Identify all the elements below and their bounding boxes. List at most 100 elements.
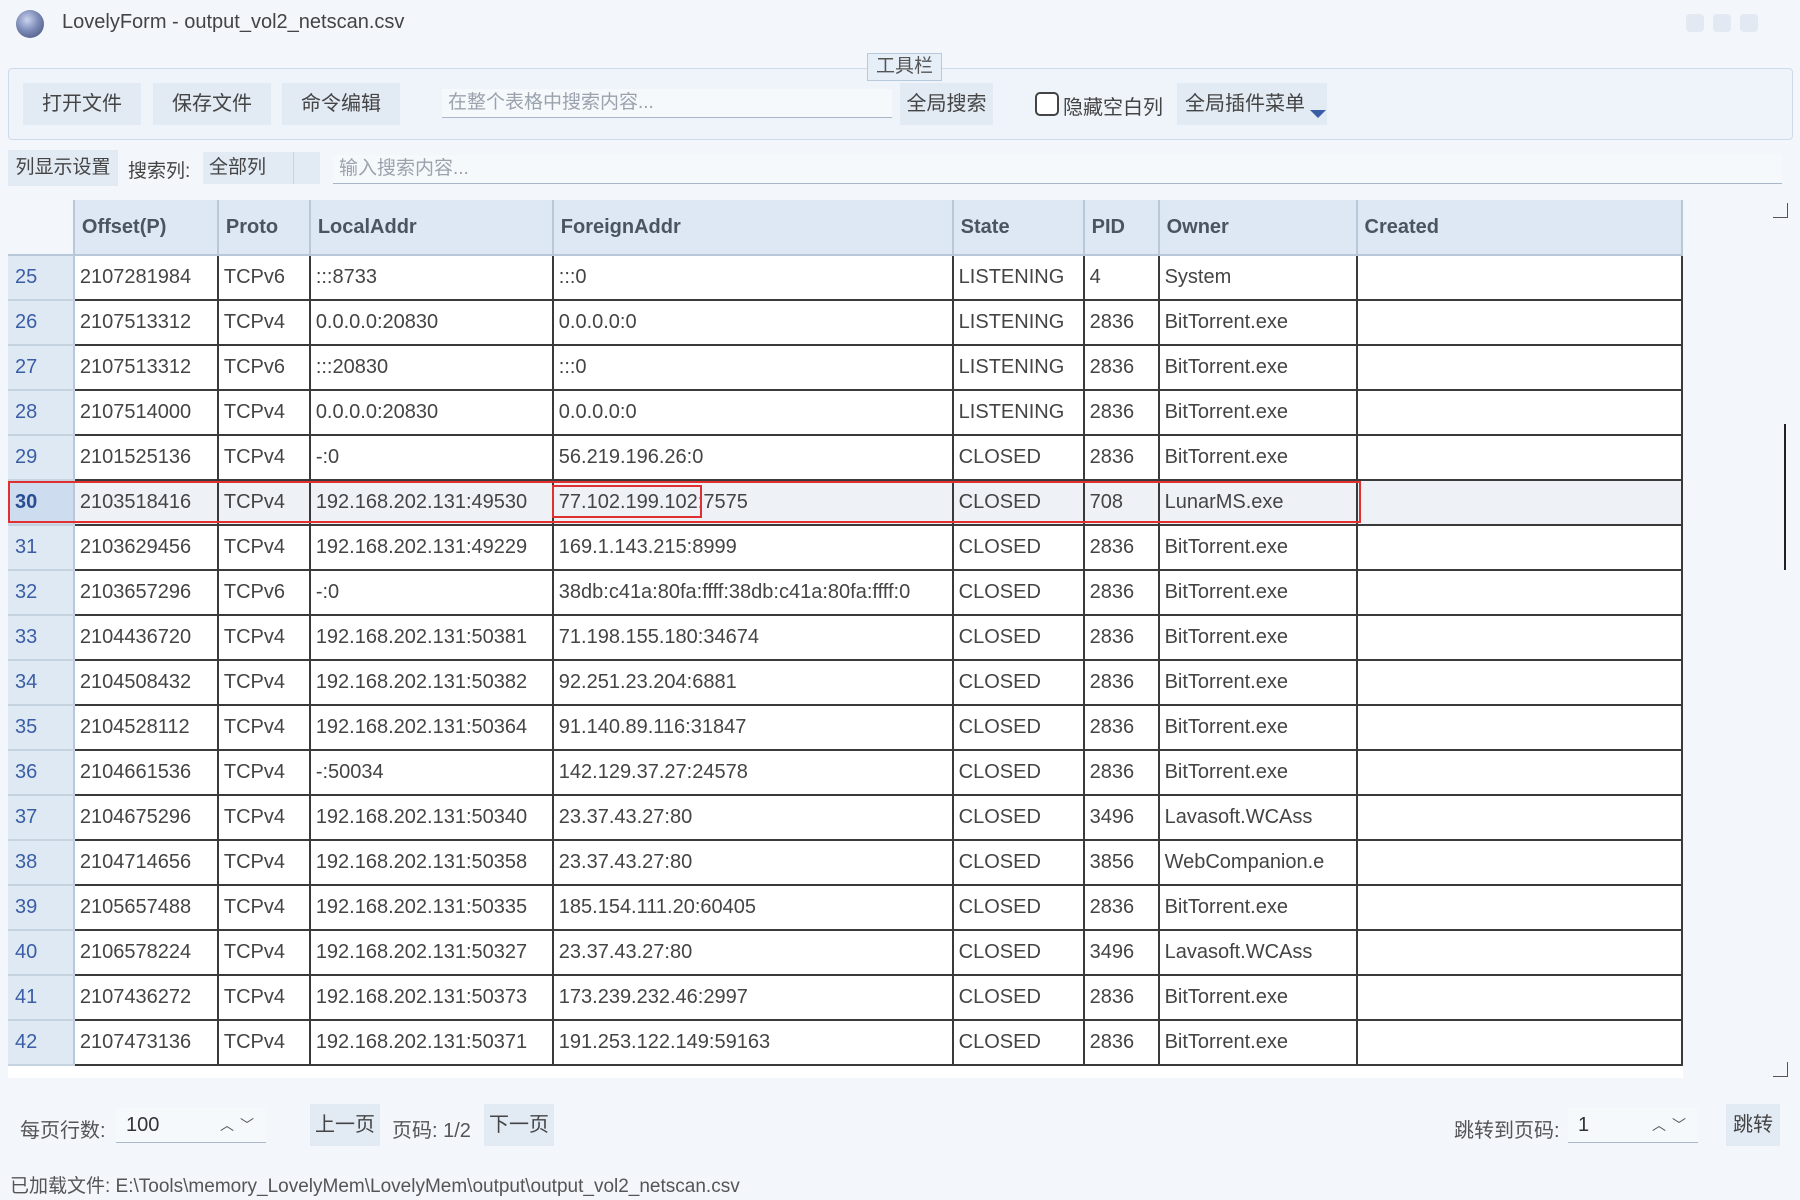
cell-localaddr[interactable]: :::8733	[309, 255, 554, 301]
cell-owner[interactable]: BitTorrent.exe	[1158, 345, 1358, 391]
cell-created[interactable]	[1356, 615, 1683, 661]
cell-created[interactable]	[1356, 345, 1683, 391]
cell-localaddr[interactable]: 192.168.202.131:50382	[309, 660, 554, 706]
cell-state[interactable]: CLOSED	[952, 930, 1085, 976]
cell-localaddr[interactable]: 192.168.202.131:50364	[309, 705, 554, 751]
cell-localaddr[interactable]: -:50034	[309, 750, 554, 796]
chevron-down-icon[interactable]	[1310, 110, 1326, 118]
cell-pid[interactable]: 4	[1083, 255, 1160, 301]
cell-owner[interactable]: BitTorrent.exe	[1158, 525, 1358, 571]
cell-localaddr[interactable]: :::20830	[309, 345, 554, 391]
cell-pid[interactable]: 2836	[1083, 705, 1160, 751]
scroll-down-arrow-icon[interactable]	[1773, 1062, 1788, 1077]
cell-created[interactable]	[1356, 300, 1683, 346]
cell-proto[interactable]: TCPv4	[217, 300, 311, 346]
cell-created[interactable]	[1356, 750, 1683, 796]
cell-state[interactable]: CLOSED	[952, 840, 1085, 886]
cell-created[interactable]	[1356, 570, 1683, 616]
prev-page-button[interactable]: 上一页	[310, 1104, 380, 1146]
row-number[interactable]: 32	[8, 570, 75, 616]
cell-localaddr[interactable]: 192.168.202.131:50340	[309, 795, 554, 841]
next-page-button[interactable]: 下一页	[484, 1104, 554, 1146]
minimize-button[interactable]	[1686, 14, 1704, 32]
column-settings-button[interactable]: 列显示设置	[8, 150, 118, 186]
cell-foreignaddr[interactable]: 38db:c41a:80fa:ffff:38db:c41a:80fa:ffff:…	[552, 570, 954, 616]
cell-owner[interactable]: BitTorrent.exe	[1158, 750, 1358, 796]
row-number[interactable]: 38	[8, 840, 75, 886]
cell-proto[interactable]: TCPv4	[217, 660, 311, 706]
vertical-scrollbar[interactable]	[1768, 200, 1786, 1078]
cell-created[interactable]	[1356, 705, 1683, 751]
cell-state[interactable]: CLOSED	[952, 1020, 1085, 1066]
cell-state[interactable]: LISTENING	[952, 390, 1085, 436]
plugin-menu-button[interactable]: 全局插件菜单	[1177, 83, 1327, 125]
cell-offset[interactable]: 2104714656	[73, 840, 219, 886]
cell-owner[interactable]: BitTorrent.exe	[1158, 435, 1358, 481]
cell-proto[interactable]: TCPv4	[217, 930, 311, 976]
global-search-button[interactable]: 全局搜索	[900, 83, 993, 125]
table-row[interactable]: 35 2104528112 TCPv4 192.168.202.131:50364 91…	[8, 705, 1683, 751]
row-number[interactable]: 25	[8, 255, 75, 301]
cell-owner[interactable]: BitTorrent.exe	[1158, 570, 1358, 616]
cell-owner[interactable]: WebCompanion.e	[1158, 840, 1358, 886]
cell-localaddr[interactable]: -:0	[309, 570, 554, 616]
cell-proto[interactable]: TCPv6	[217, 255, 311, 301]
row-number[interactable]: 35	[8, 705, 75, 751]
cell-created[interactable]	[1356, 795, 1683, 841]
cell-localaddr[interactable]: 192.168.202.131:50358	[309, 840, 554, 886]
cell-pid[interactable]: 3496	[1083, 795, 1160, 841]
cell-foreignaddr[interactable]: 142.129.37.27:24578	[552, 750, 954, 796]
command-edit-button[interactable]: 命令编辑	[282, 83, 400, 125]
cell-pid[interactable]: 2836	[1083, 885, 1160, 931]
cell-proto[interactable]: TCPv4	[217, 435, 311, 481]
cell-localaddr[interactable]: 192.168.202.131:49229	[309, 525, 554, 571]
cell-proto[interactable]: TCPv4	[217, 975, 311, 1021]
cell-created[interactable]	[1356, 660, 1683, 706]
row-number[interactable]: 29	[8, 435, 75, 481]
cell-proto[interactable]: TCPv4	[217, 525, 311, 571]
cell-pid[interactable]: 2836	[1083, 1020, 1160, 1066]
cell-proto[interactable]: TCPv4	[217, 390, 311, 436]
cell-offset[interactable]: 2107281984	[73, 255, 219, 301]
cell-state[interactable]: LISTENING	[952, 300, 1085, 346]
search-input[interactable]: 输入搜索内容...	[333, 155, 1782, 184]
cell-localaddr[interactable]: -:0	[309, 435, 554, 481]
table-row[interactable]: 31 2103629456 TCPv4 192.168.202.131:49229 16…	[8, 525, 1683, 571]
cell-foreignaddr[interactable]: 91.140.89.116:31847	[552, 705, 954, 751]
cell-offset[interactable]: 2107513312	[73, 345, 219, 391]
spin-arrows-icon[interactable]: ︿﹀	[220, 1108, 260, 1142]
scrollbar-thumb[interactable]	[1784, 424, 1786, 570]
cell-proto[interactable]: TCPv4	[217, 840, 311, 886]
cell-created[interactable]	[1356, 885, 1683, 931]
cell-owner[interactable]: BitTorrent.exe	[1158, 615, 1358, 661]
column-header-proto[interactable]: Proto	[217, 200, 311, 256]
cell-owner[interactable]: BitTorrent.exe	[1158, 660, 1358, 706]
column-header-created[interactable]: Created	[1356, 200, 1683, 256]
cell-offset[interactable]: 2104528112	[73, 705, 219, 751]
cell-state[interactable]: CLOSED	[952, 885, 1085, 931]
row-number[interactable]: 28	[8, 390, 75, 436]
table-row[interactable]: 29 2101525136 TCPv4 -:0 56.219.196.26:0 CLOSE…	[8, 435, 1683, 481]
cell-foreignaddr[interactable]: 23.37.43.27:80	[552, 795, 954, 841]
cell-localaddr[interactable]: 0.0.0.0:20830	[309, 390, 554, 436]
cell-owner[interactable]: Lavasoft.WCAss	[1158, 795, 1358, 841]
column-header-state[interactable]: State	[952, 200, 1085, 256]
cell-owner[interactable]: BitTorrent.exe	[1158, 1020, 1358, 1066]
cell-owner[interactable]: BitTorrent.exe	[1158, 975, 1358, 1021]
cell-state[interactable]: CLOSED	[952, 795, 1085, 841]
table-row[interactable]: 37 2104675296 TCPv4 192.168.202.131:50340 23…	[8, 795, 1683, 841]
table-row[interactable]: 33 2104436720 TCPv4 192.168.202.131:50381 71…	[8, 615, 1683, 661]
cell-foreignaddr[interactable]: 0.0.0.0:0	[552, 300, 954, 346]
cell-state[interactable]: CLOSED	[952, 660, 1085, 706]
cell-foreignaddr[interactable]: 56.219.196.26:0	[552, 435, 954, 481]
cell-localaddr[interactable]: 192.168.202.131:50371	[309, 1020, 554, 1066]
cell-pid[interactable]: 2836	[1083, 345, 1160, 391]
cell-pid[interactable]: 2836	[1083, 615, 1160, 661]
jump-button[interactable]: 跳转	[1726, 1104, 1780, 1146]
row-number[interactable]: 41	[8, 975, 75, 1021]
row-number[interactable]: 27	[8, 345, 75, 391]
cell-pid[interactable]: 2836	[1083, 435, 1160, 481]
cell-pid[interactable]: 2836	[1083, 975, 1160, 1021]
cell-foreignaddr[interactable]: 92.251.23.204:6881	[552, 660, 954, 706]
row-number[interactable]: 26	[8, 300, 75, 346]
